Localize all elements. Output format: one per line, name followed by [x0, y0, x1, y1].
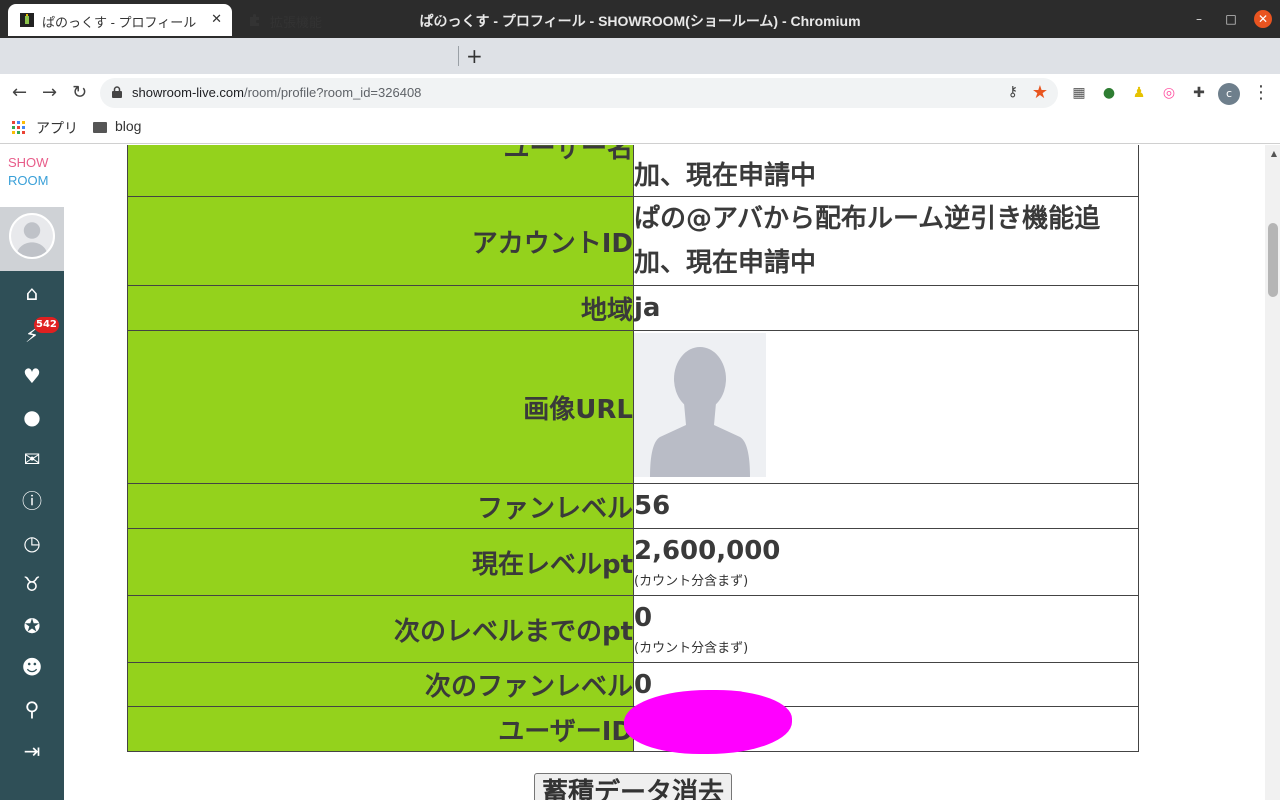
table-row: 地域 ja — [127, 285, 1139, 331]
apps-grid-icon[interactable] — [12, 121, 26, 135]
scrollbar[interactable]: ▲ — [1265, 145, 1280, 800]
profile-table: ユーザー名 加、現在申請中 アカウントID ぱの@アバから配布ルーム逆引き機能追… — [127, 145, 1139, 752]
bookmarks-bar: アプリ blog — [0, 112, 1280, 144]
info-icon[interactable]: ⓘ — [18, 487, 46, 515]
row-value-current-pt: 2,600,000 (カウント分含まず) — [633, 528, 1139, 596]
logo-line-1: SHOW — [8, 155, 49, 170]
table-row: アカウントID ぱの@アバから配布ルーム逆引き機能追 加、現在申請中 — [127, 196, 1139, 286]
folder-icon — [93, 122, 107, 133]
notification-badge: 542 — [34, 317, 59, 333]
row-value-account-id: ぱの@アバから配布ルーム逆引き機能追 加、現在申請中 — [633, 196, 1139, 286]
profile-image — [634, 333, 766, 477]
row-key-user-id: ユーザーID — [127, 706, 634, 752]
logo-line-2: ROOM — [8, 173, 49, 188]
key-icon[interactable]: ⚷ — [1008, 84, 1018, 100]
row-key-current-pt: 現在レベルpt — [127, 528, 634, 596]
circle-extension-icon[interactable]: ◎ — [1160, 84, 1178, 102]
row-value-image — [633, 330, 1139, 484]
tab-divider — [458, 46, 459, 66]
redaction-scribble — [624, 690, 792, 754]
close-window-button[interactable]: ✕ — [1254, 10, 1272, 28]
scrollbar-thumb[interactable] — [1268, 223, 1278, 297]
table-row: 次のレベルまでのpt 0 (カウント分含まず) — [127, 595, 1139, 663]
address-bar[interactable]: showroom-live.com/room/profile?room_id=3… — [100, 78, 1058, 108]
row-key-fan-level: ファンレベル — [127, 483, 634, 529]
lock-icon — [112, 86, 122, 98]
puzzle-icon — [250, 14, 259, 26]
showroom-logo[interactable]: SHOW ROOM — [0, 145, 64, 207]
new-tab-button[interactable]: + — [466, 44, 483, 68]
showroom-favicon-icon — [20, 13, 34, 27]
row-key-region: 地域 — [127, 285, 634, 331]
user-avatar[interactable] — [9, 213, 55, 259]
smiley-icon[interactable]: ☻ — [18, 653, 46, 681]
row-value-username: 加、現在申請中 — [633, 145, 1139, 197]
maximize-button[interactable]: □ — [1222, 10, 1240, 28]
browser-toolbar: ← → ↻ showroom-live.com/room/profile?roo… — [0, 74, 1280, 112]
page-viewport: SHOW ROOM ⌂ ⚡ 542 ♥ ● ✉ ⓘ ◷ ♉ ✪ ☻ ⚲ ⇥ ユー… — [0, 145, 1280, 800]
tab-label: ぱのっくす - プロフィール — [42, 15, 197, 30]
clock-icon[interactable]: ◷ — [18, 529, 46, 557]
award-icon[interactable]: ✪ — [18, 612, 46, 640]
person-icon[interactable]: ● — [18, 403, 46, 431]
tab-close-icon[interactable]: ✕ — [435, 11, 446, 27]
count-note: (カウント分含まず) — [634, 573, 749, 589]
minimize-button[interactable]: – — [1190, 10, 1208, 28]
site-sidebar: SHOW ROOM ⌂ ⚡ 542 ♥ ● ✉ ⓘ ◷ ♉ ✪ ☻ ⚲ ⇥ — [0, 145, 64, 800]
globe-extension-icon[interactable]: ● — [1100, 84, 1118, 102]
row-key-username: ユーザー名 — [127, 145, 634, 197]
logout-icon[interactable]: ⇥ — [18, 737, 46, 765]
default-avatar-icon — [634, 333, 766, 477]
count-note: (カウント分含まず) — [634, 640, 749, 656]
forward-arrow-icon[interactable]: → — [42, 82, 57, 103]
row-value-next-pt: 0 (カウント分含まず) — [633, 595, 1139, 663]
home-icon[interactable]: ⌂ — [18, 279, 46, 307]
back-arrow-icon[interactable]: ← — [12, 82, 27, 103]
extensions-puzzle-icon[interactable]: ✚ — [1190, 84, 1208, 102]
bookmark-star-icon[interactable]: ★ — [1032, 82, 1048, 103]
tab-close-icon[interactable]: ✕ — [211, 11, 222, 27]
bookmark-apps[interactable]: アプリ — [36, 118, 78, 138]
medal-icon[interactable]: ♉ — [18, 570, 46, 598]
row-key-account-id: アカウントID — [127, 196, 634, 286]
profile-avatar[interactable]: c — [1218, 83, 1240, 105]
mail-icon[interactable]: ✉ — [18, 445, 46, 473]
table-row: ファンレベル 56 — [127, 483, 1139, 529]
bookmark-blog[interactable]: blog — [115, 118, 141, 134]
table-row: 画像URL — [127, 330, 1139, 484]
user-area[interactable] — [0, 207, 64, 271]
scroll-up-icon[interactable]: ▲ — [1271, 149, 1277, 158]
character-extension-icon[interactable]: ♟ — [1130, 84, 1148, 102]
row-key-next-pt: 次のレベルまでのpt — [127, 595, 634, 663]
search-icon[interactable]: ⚲ — [18, 695, 46, 723]
tab-extensions[interactable]: 拡張機能 ✕ — [236, 4, 456, 36]
row-value-region: ja — [633, 285, 1139, 331]
heart-icon[interactable]: ♥ — [18, 362, 46, 390]
url-text: showroom-live.com/room/profile?room_id=3… — [132, 85, 422, 100]
more-menu-icon[interactable]: ⋮ — [1252, 82, 1270, 103]
reload-icon[interactable]: ↻ — [72, 82, 87, 103]
table-row: 次のファンレベル 0 — [127, 662, 1139, 707]
default-avatar-icon — [11, 215, 53, 257]
clear-data-button[interactable]: 蓄積データ消去 — [534, 773, 732, 800]
tab-strip — [0, 38, 1280, 74]
tab-label: 拡張機能 — [270, 15, 323, 30]
row-key-image-url: 画像URL — [127, 330, 634, 484]
row-value-fan-level: 56 — [633, 483, 1139, 529]
table-row: 現在レベルpt 2,600,000 (カウント分含まず) — [127, 528, 1139, 596]
table-row: ユーザー名 加、現在申請中 — [127, 145, 1139, 197]
row-key-next-fan-level: 次のファンレベル — [127, 662, 634, 707]
tab-manager-extension-icon[interactable]: ▦ — [1070, 84, 1088, 102]
tab-profile[interactable]: ぱのっくす - プロフィール ✕ — [8, 4, 232, 36]
